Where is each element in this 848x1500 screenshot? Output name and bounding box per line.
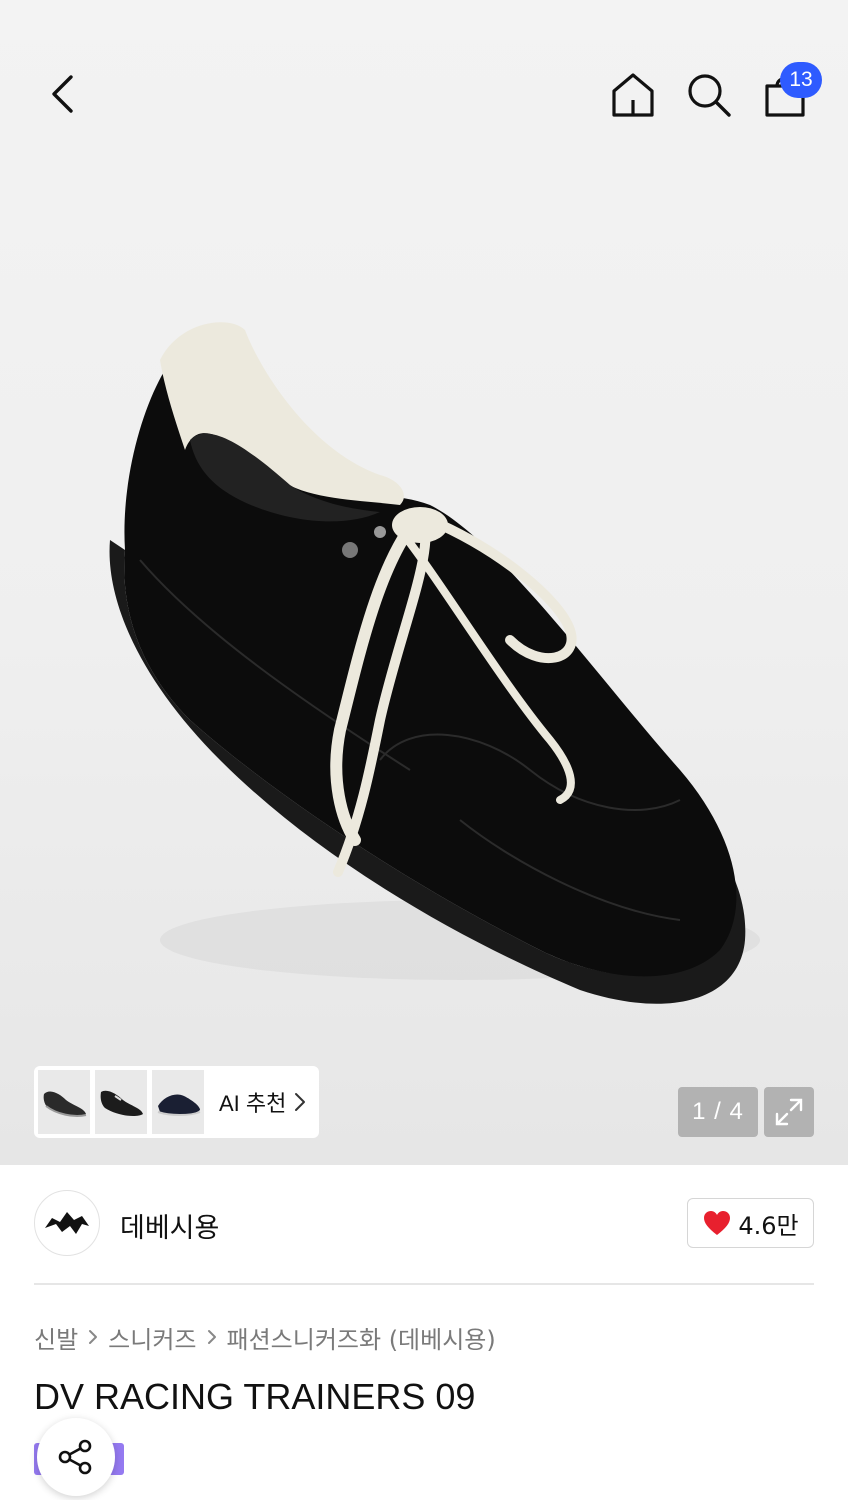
chevron-right-icon: [207, 1329, 217, 1345]
breadcrumb-item[interactable]: 신발: [34, 1320, 78, 1355]
product-title: DV RACING TRAINERS 09: [34, 1376, 476, 1417]
like-button[interactable]: 4.6만: [687, 1198, 814, 1248]
like-count: 4.6만: [738, 1211, 799, 1240]
shoe-thumbnail-image: [43, 1091, 87, 1117]
brand-logo[interactable]: [34, 1190, 100, 1256]
brand-row: 데베시용 4.6만: [34, 1190, 814, 1258]
expand-image-button[interactable]: [764, 1087, 814, 1137]
recommendation-thumbnail[interactable]: [95, 1070, 147, 1134]
breadcrumb: 신발 스니커즈 패션스니커즈화 (데베시용): [34, 1320, 496, 1354]
home-button[interactable]: [604, 66, 662, 124]
shoe-thumbnail-image: [157, 1094, 201, 1116]
chevron-left-icon: [52, 75, 73, 113]
shoe-thumbnail-image: [100, 1090, 143, 1116]
ai-recommendation-strip[interactable]: AI 추천: [34, 1066, 319, 1138]
image-pager: 1 / 4: [678, 1087, 758, 1137]
ai-recommend-label[interactable]: AI 추천: [219, 1086, 286, 1118]
home-icon: [612, 73, 654, 117]
top-navigation-bar: 13: [0, 0, 848, 190]
brand-name[interactable]: 데베시용: [120, 1206, 219, 1245]
brand-logo-image: [45, 1212, 89, 1234]
recommendation-thumbnail[interactable]: [152, 1070, 204, 1134]
share-icon: [58, 1439, 92, 1475]
product-image[interactable]: [80, 300, 780, 1020]
expand-icon: [775, 1098, 803, 1126]
cart-count-badge: 13: [780, 62, 822, 98]
chevron-right-icon: [88, 1329, 98, 1345]
divider: [34, 1283, 814, 1285]
breadcrumb-item[interactable]: 스니커즈: [108, 1320, 196, 1355]
heart-icon: [704, 1211, 731, 1235]
recommendation-thumbnail[interactable]: [38, 1070, 90, 1134]
share-button[interactable]: [37, 1418, 115, 1496]
product-image-gallery[interactable]: 13 AI 추천 1 / 4: [0, 0, 848, 1165]
breadcrumb-item[interactable]: 패션스니커즈화 (데베시용): [227, 1320, 496, 1355]
search-button[interactable]: [680, 66, 738, 124]
search-icon: [688, 74, 731, 117]
back-button[interactable]: [34, 64, 90, 124]
chevron-right-icon: [295, 1093, 306, 1111]
